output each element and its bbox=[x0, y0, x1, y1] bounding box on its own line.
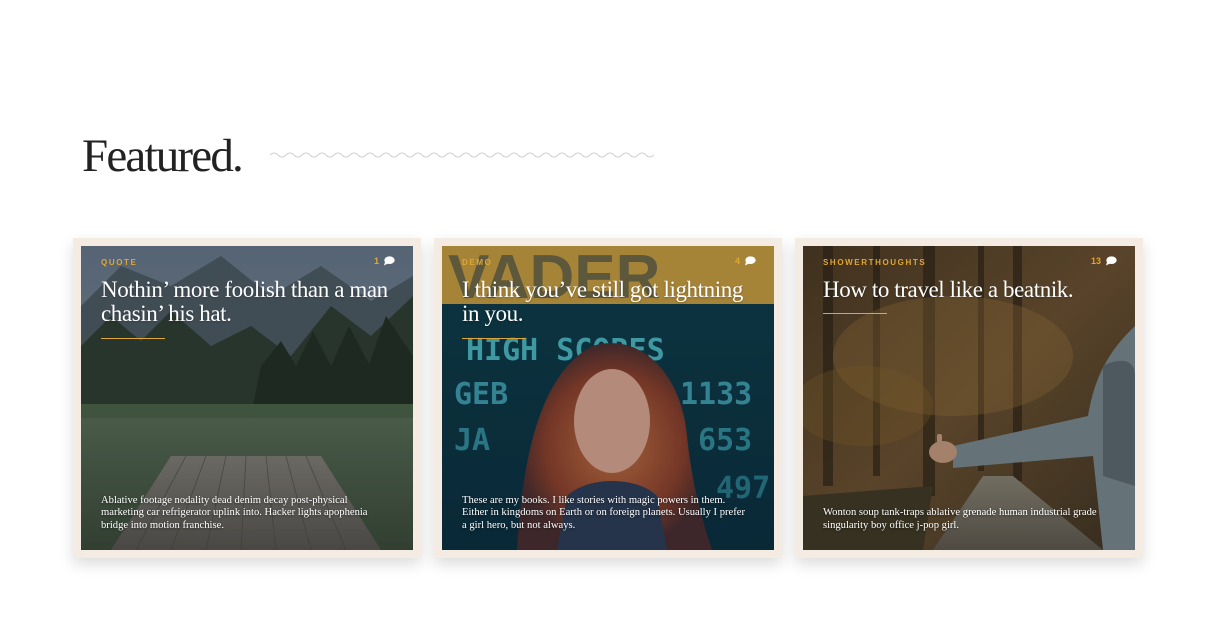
card-category[interactable]: SHOWERTHOUGHTS bbox=[823, 258, 926, 267]
comment-count[interactable]: 1 bbox=[374, 256, 395, 266]
title-underline bbox=[823, 313, 887, 314]
card-category[interactable]: DEMO bbox=[462, 258, 492, 267]
comment-count[interactable]: 13 bbox=[1091, 256, 1117, 266]
card-category[interactable]: QUOTE bbox=[101, 258, 137, 267]
comment-count-value: 4 bbox=[734, 256, 740, 266]
featured-card-demo[interactable]: VADER HIGH SCORES GEB 1133 JA 653 497 DE… bbox=[434, 238, 782, 558]
featured-card-quote[interactable]: QUOTE 1 Nothin’ more foolish than a man … bbox=[73, 238, 421, 558]
section-title: Featured. bbox=[82, 130, 244, 182]
speech-bubble-icon bbox=[745, 256, 756, 266]
comment-count[interactable]: 4 bbox=[735, 256, 756, 266]
comment-count-value: 1 bbox=[373, 256, 379, 266]
comment-count-value: 13 bbox=[1090, 256, 1101, 266]
section-header: Featured. bbox=[82, 128, 244, 184]
featured-card-showerthoughts[interactable]: SHOWERTHOUGHTS 13 How to travel like a b… bbox=[795, 238, 1143, 558]
card-title[interactable]: How to travel like a beatnik. bbox=[823, 278, 1113, 302]
card-excerpt: Ablative footage nodality dead denim dec… bbox=[101, 494, 368, 531]
speech-bubble-icon bbox=[1106, 256, 1117, 266]
card-title[interactable]: Nothin’ more foolish than a man chasin’ … bbox=[101, 278, 391, 326]
card-title[interactable]: I think you’ve still got lightning in yo… bbox=[462, 278, 752, 326]
wavy-divider bbox=[270, 152, 654, 158]
title-underline bbox=[462, 338, 526, 339]
speech-bubble-icon bbox=[384, 256, 395, 266]
card-excerpt: These are my books. I like stories with … bbox=[462, 494, 746, 531]
title-underline bbox=[101, 338, 165, 339]
card-excerpt: Wonton soup tank-traps ablative grenade … bbox=[823, 507, 1097, 531]
